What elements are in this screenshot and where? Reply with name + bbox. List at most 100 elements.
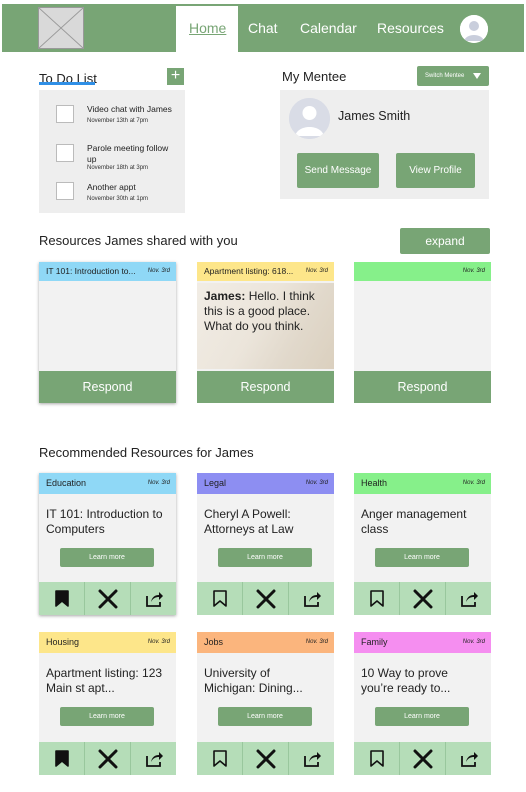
bookmark-icon[interactable]: [354, 582, 400, 615]
recommended-card-date: Nov. 3rd: [147, 480, 170, 486]
recommended-card-tagbar: Education Nov. 3rd: [39, 473, 176, 494]
recommended-card-tagbar: Jobs Nov. 3rd: [197, 632, 334, 653]
todo-title-underline: [39, 82, 95, 85]
mentee-avatar-icon[interactable]: [289, 98, 330, 139]
share-icon[interactable]: [446, 582, 491, 615]
close-icon[interactable]: [85, 742, 131, 775]
recommended-card-tagbar: Family Nov. 3rd: [354, 632, 491, 653]
nav-calendar[interactable]: Calendar: [300, 20, 357, 36]
recommended-card-title: University of Michigan: Dining...: [204, 666, 303, 695]
todo-item-date: November 13th at 7pm: [87, 118, 149, 124]
mentee-name: James Smith: [338, 109, 411, 123]
shared-card[interactable]: Apartment listing: 618... Nov. 3rd James…: [197, 262, 334, 403]
recommended-card-title: Apartment listing: 123 Main st apt...: [46, 666, 163, 695]
shared-card-tag: Apartment listing: 618...: [204, 266, 294, 276]
recommended-card-title: IT 101: Introduction to Computers: [46, 507, 163, 536]
nav-home[interactable]: Home: [189, 20, 226, 36]
add-todo-button[interactable]: +: [167, 68, 184, 85]
recommended-card[interactable]: Jobs Nov. 3rd University of Michigan: Dini…: [197, 632, 334, 775]
shared-card-tagbar: IT 101: Introduction to... Nov. 3rd: [39, 262, 176, 281]
recommended-card-tagbar: Health Nov. 3rd: [354, 473, 491, 494]
card-action-row: [39, 742, 176, 775]
recommended-card-tagbar: Housing Nov. 3rd: [39, 632, 176, 653]
nav-chat[interactable]: Chat: [248, 20, 278, 36]
todo-checkbox-2[interactable]: [56, 144, 74, 162]
respond-button[interactable]: Respond: [39, 371, 176, 403]
recommended-card-date: Nov. 3rd: [147, 639, 170, 645]
learn-more-button[interactable]: Learn more: [60, 548, 154, 567]
learn-more-button[interactable]: Learn more: [60, 707, 154, 726]
view-profile-button[interactable]: View Profile: [396, 153, 475, 188]
card-action-row: [197, 742, 334, 775]
todo-checkbox-1[interactable]: [56, 105, 74, 123]
card-action-row: [39, 582, 176, 615]
caret-down-icon: [473, 73, 481, 79]
logo-placeholder-icon[interactable]: [38, 7, 84, 49]
close-icon[interactable]: [400, 582, 446, 615]
shared-card-message: James: Hello. I think this is a good pla…: [204, 289, 316, 334]
expand-button[interactable]: expand: [400, 228, 490, 254]
share-icon[interactable]: [289, 742, 334, 775]
share-icon[interactable]: [131, 582, 176, 615]
todo-item-date: November 30th at 1pm: [87, 196, 149, 202]
recommended-card[interactable]: Housing Nov. 3rd Apartment listing: 123 Ma…: [39, 632, 176, 775]
bookmark-icon[interactable]: [197, 742, 243, 775]
recommended-card-date: Nov. 3rd: [305, 639, 328, 645]
close-icon[interactable]: [243, 582, 289, 615]
share-icon[interactable]: [446, 742, 491, 775]
user-avatar-icon[interactable]: [460, 15, 488, 43]
shared-card-date: Nov. 3rd: [462, 268, 485, 274]
shared-card-date: Nov. 3rd: [147, 268, 170, 274]
recommended-card[interactable]: Education Nov. 3rd IT 101: Introduction to…: [39, 473, 176, 615]
bookmark-icon[interactable]: [354, 742, 400, 775]
recommended-card-date: Nov. 3rd: [462, 639, 485, 645]
learn-more-button[interactable]: Learn more: [375, 707, 469, 726]
card-action-row: [354, 582, 491, 615]
recommended-card-title: 10 Way to prove you’re ready to...: [361, 666, 451, 695]
share-icon[interactable]: [289, 582, 334, 615]
recommended-card[interactable]: Legal Nov. 3rd Cheryl A Powell: Attorneys …: [197, 473, 334, 615]
todo-item-title: Video chat with James: [87, 104, 172, 114]
shared-card[interactable]: IT 101: Introduction to... Nov. 3rd Resp…: [39, 262, 176, 403]
todo-checkbox-3[interactable]: [56, 182, 74, 200]
recommended-card-date: Nov. 3rd: [462, 480, 485, 486]
nav-resources[interactable]: Resources: [377, 20, 444, 36]
close-icon[interactable]: [243, 742, 289, 775]
todo-item-date: November 18th at 3pm: [87, 165, 149, 171]
recommended-card-title: Cheryl A Powell: Attorneys at Law: [204, 507, 294, 536]
shared-card-tagbar: Nov. 3rd: [354, 262, 491, 281]
send-message-button[interactable]: Send Message: [297, 153, 379, 188]
switch-mentee-label: Switch Mentee: [425, 73, 465, 79]
shared-card-date: Nov. 3rd: [305, 268, 328, 274]
bookmark-icon[interactable]: [197, 582, 243, 615]
mentee-title: My Mentee: [282, 69, 347, 84]
bookmark-icon[interactable]: [39, 582, 85, 615]
close-icon[interactable]: [85, 582, 131, 615]
recommended-card-category: Legal: [204, 478, 227, 488]
recommended-title: Recommended Resources for James: [39, 445, 254, 460]
recommended-card-category: Jobs: [204, 637, 224, 647]
share-icon[interactable]: [131, 742, 176, 775]
recommended-card-tagbar: Legal Nov. 3rd: [197, 473, 334, 494]
todo-item-title: Another appt: [87, 182, 136, 192]
recommended-card-title: Anger management class: [361, 507, 467, 536]
shared-card[interactable]: Nov. 3rd Respond: [354, 262, 491, 403]
respond-button[interactable]: Respond: [354, 371, 491, 403]
recommended-card[interactable]: Family Nov. 3rd 10 Way to prove you’re rea…: [354, 632, 491, 775]
recommended-card-date: Nov. 3rd: [305, 480, 328, 486]
todo-item-title: Parole meeting follow up: [87, 143, 169, 164]
bookmark-icon[interactable]: [39, 742, 85, 775]
recommended-card[interactable]: Health Nov. 3rd Anger management class Lear…: [354, 473, 491, 615]
shared-title: Resources James shared with you: [39, 233, 238, 248]
learn-more-button[interactable]: Learn more: [218, 548, 312, 567]
close-icon[interactable]: [400, 742, 446, 775]
learn-more-button[interactable]: Learn more: [218, 707, 312, 726]
recommended-card-category: Family: [361, 637, 388, 647]
shared-card-tagbar: Apartment listing: 618... Nov. 3rd: [197, 262, 334, 281]
recommended-card-category: Education: [46, 478, 87, 488]
learn-more-button[interactable]: Learn more: [375, 548, 469, 567]
card-action-row: [197, 582, 334, 615]
switch-mentee-button[interactable]: Switch Mentee: [417, 66, 489, 86]
respond-button[interactable]: Respond: [197, 371, 334, 403]
recommended-card-category: Housing: [46, 637, 80, 647]
